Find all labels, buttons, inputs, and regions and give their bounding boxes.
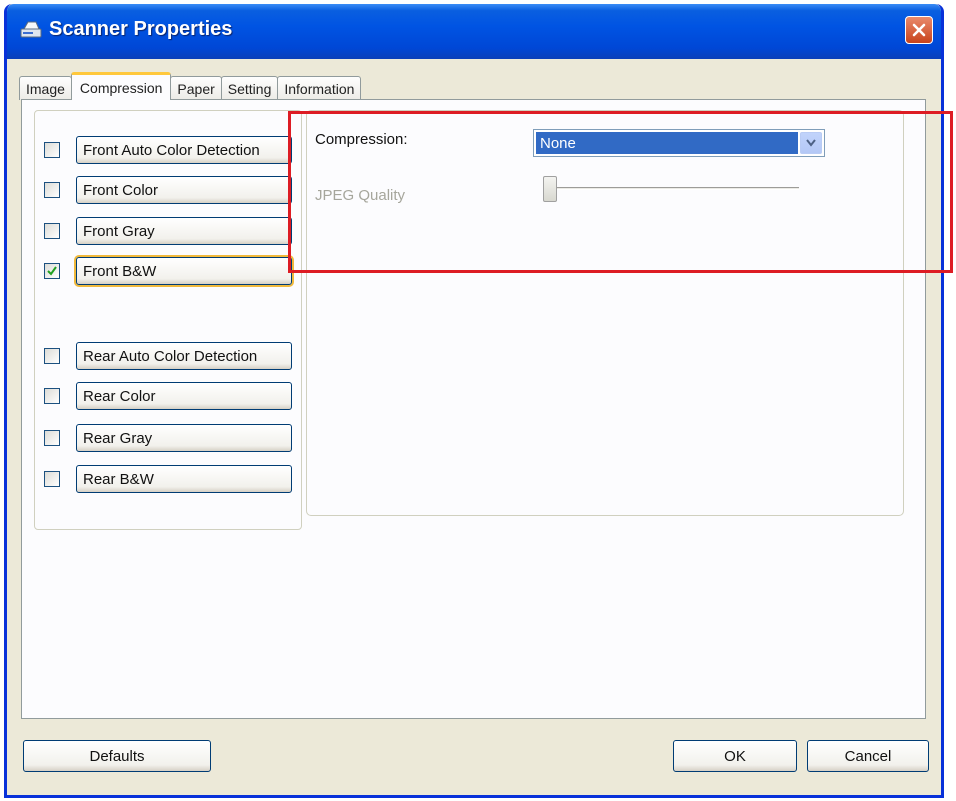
- rear-gray-checkbox[interactable]: [44, 430, 60, 446]
- image-type-row: Front B&W: [44, 257, 292, 285]
- compression-tab-panel: Front Auto Color Detection Front Color F…: [21, 99, 926, 719]
- compression-select-value: None: [536, 132, 798, 154]
- image-type-row: Rear B&W: [44, 465, 292, 493]
- tab-image[interactable]: Image: [19, 76, 72, 100]
- close-icon: [912, 23, 926, 37]
- tab-paper[interactable]: Paper: [170, 76, 222, 100]
- jpeg-quality-label: JPEG Quality: [315, 187, 406, 204]
- rear-bw-checkbox[interactable]: [44, 471, 60, 487]
- defaults-button[interactable]: Defaults: [23, 740, 211, 772]
- image-type-row: Front Auto Color Detection: [44, 136, 292, 164]
- ok-button[interactable]: OK: [673, 740, 797, 772]
- rear-bw-button[interactable]: Rear B&W: [76, 465, 292, 493]
- chevron-down-icon: [806, 139, 816, 147]
- front-bw-button[interactable]: Front B&W: [76, 257, 292, 285]
- rear-gray-button[interactable]: Rear Gray: [76, 424, 292, 452]
- rear-color-checkbox[interactable]: [44, 388, 60, 404]
- tab-strip: Image Compression Paper Setting Informat…: [19, 72, 362, 100]
- dropdown-arrow-button[interactable]: [800, 132, 822, 154]
- scanner-properties-window: Scanner Properties Image Compression Pap…: [4, 4, 944, 798]
- image-type-row: Rear Gray: [44, 424, 292, 452]
- rear-auto-color-detection-checkbox[interactable]: [44, 348, 60, 364]
- front-color-button[interactable]: Front Color: [76, 176, 292, 204]
- front-bw-checkbox[interactable]: [44, 263, 60, 279]
- tab-information[interactable]: Information: [277, 76, 362, 100]
- dialog-client-area: Image Compression Paper Setting Informat…: [7, 59, 941, 795]
- title-bar[interactable]: Scanner Properties: [7, 4, 941, 59]
- checkmark-icon: [47, 266, 57, 276]
- scanner-icon: [20, 21, 42, 38]
- front-gray-checkbox[interactable]: [44, 223, 60, 239]
- compression-select[interactable]: None: [533, 129, 825, 157]
- image-type-row: Front Color: [44, 176, 292, 204]
- front-auto-color-detection-button[interactable]: Front Auto Color Detection: [76, 136, 292, 164]
- window-title: Scanner Properties: [49, 18, 233, 40]
- compression-label: Compression:: [315, 131, 408, 148]
- front-auto-color-detection-checkbox[interactable]: [44, 142, 60, 158]
- close-button[interactable]: [905, 16, 933, 44]
- compression-settings-group: Compression: None JPEG Quality: [306, 110, 904, 516]
- tab-compression[interactable]: Compression: [70, 72, 172, 100]
- cancel-button[interactable]: Cancel: [807, 740, 929, 772]
- rear-auto-color-detection-button[interactable]: Rear Auto Color Detection: [76, 342, 292, 370]
- front-gray-button[interactable]: Front Gray: [76, 217, 292, 245]
- jpeg-quality-slider-track: [543, 187, 799, 190]
- front-color-checkbox[interactable]: [44, 182, 60, 198]
- rear-color-button[interactable]: Rear Color: [76, 382, 292, 410]
- image-type-row: Rear Auto Color Detection: [44, 342, 292, 370]
- image-type-row: Rear Color: [44, 382, 292, 410]
- tab-setting[interactable]: Setting: [220, 76, 279, 100]
- jpeg-quality-slider-thumb[interactable]: [543, 176, 557, 202]
- image-type-row: Front Gray: [44, 217, 292, 245]
